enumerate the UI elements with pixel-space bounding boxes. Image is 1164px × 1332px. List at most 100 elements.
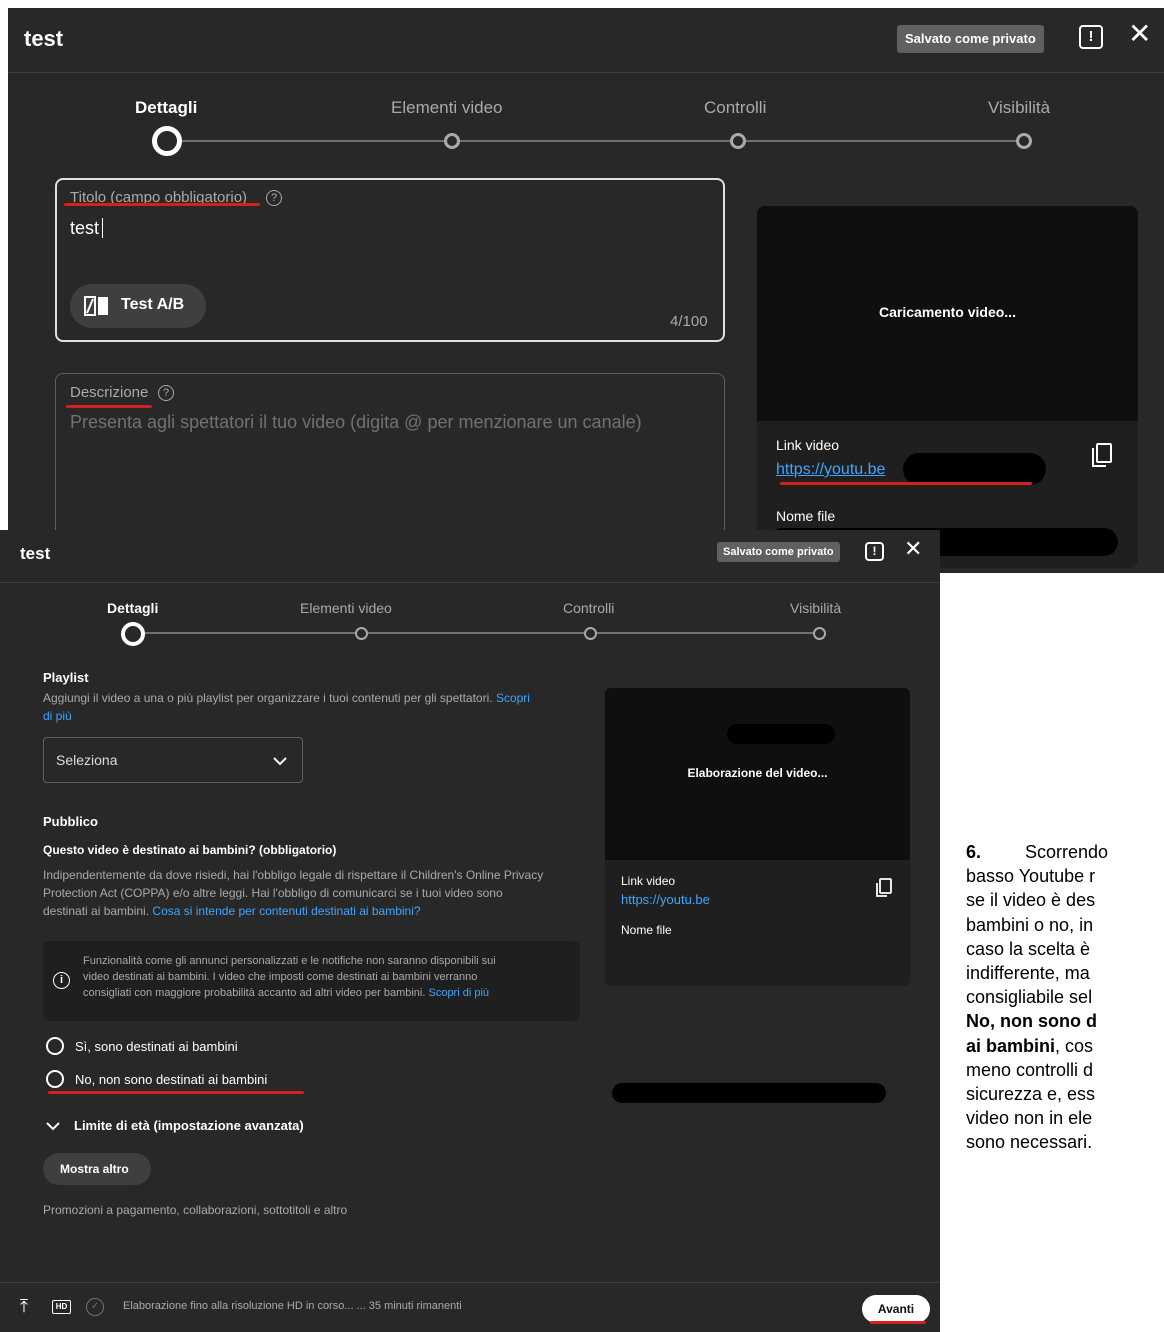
video-link-label: Link video (776, 437, 840, 453)
help-icon[interactable]: ? (158, 385, 174, 401)
file-name-label: Nome file (621, 923, 672, 937)
step-checks[interactable]: Controlli (563, 600, 614, 616)
step-video-elements[interactable]: Elementi video (300, 600, 392, 616)
stepper: Dettagli Elementi video Controlli Visibi… (0, 582, 940, 662)
hd-icon: HD (52, 1300, 71, 1314)
video-link[interactable]: https://youtu.be (776, 461, 885, 479)
audience-text-line: Protection Act (COPPA) e/o altre leggi. … (43, 886, 503, 900)
stepper-line (180, 140, 1025, 142)
stepper-line (140, 632, 820, 634)
feedback-icon[interactable]: ! (1079, 25, 1103, 49)
chevron-down-icon (273, 757, 287, 766)
instruction-line: 6. Scorrendo (966, 842, 1109, 862)
annotation-underline (780, 482, 1032, 485)
audience-heading: Pubblico (43, 814, 98, 829)
text-cursor (102, 218, 103, 238)
annotation-underline (48, 1091, 304, 1094)
step-details[interactable]: Dettagli (135, 98, 197, 118)
instruction-line: bambini o no, in (966, 914, 1094, 935)
show-more-button[interactable]: Mostra altro (43, 1153, 151, 1185)
instruction-line: consigliabile sel (966, 987, 1093, 1008)
dialog-title: test (24, 26, 64, 51)
step-visibility-dot[interactable] (1016, 133, 1032, 149)
help-icon[interactable]: ? (266, 190, 282, 206)
video-status: Caricamento video... (879, 304, 1016, 320)
learn-more-link[interactable]: Scopri di più (428, 987, 489, 999)
video-link[interactable]: https://youtu.be (621, 892, 710, 907)
upload-dialog-details: test Salvato come privato ! ✕ Dettagli E… (8, 8, 1164, 573)
processing-status: Elaborazione fino alla risoluzione HD in… (123, 1300, 462, 1312)
learn-more-link[interactable]: di più (43, 709, 72, 723)
chevron-down-icon[interactable] (46, 1121, 60, 1131)
radio-made-for-kids-no[interactable] (46, 1070, 64, 1088)
playlist-select-value: Seleziona (56, 752, 118, 768)
dialog-footer: ⤒ HD ✓ Elaborazione fino alla risoluzion… (0, 1282, 940, 1332)
info-note-text: Funzionalità come gli annunci personaliz… (83, 955, 496, 999)
learn-more-link[interactable]: Scopri (496, 691, 530, 705)
close-icon[interactable]: ✕ (904, 538, 922, 560)
feedback-icon[interactable]: ! (865, 542, 884, 561)
video-player: Elaborazione del video... (605, 688, 910, 860)
instruction-text: 6. Scorrendo basso Youtube r se il video … (966, 840, 1164, 1332)
annotation-underline (64, 203, 260, 206)
instruction-line: No, non sono d (966, 1011, 1097, 1032)
video-preview: Caricamento video... Link video https://… (757, 206, 1138, 568)
video-status: Elaborazione del video... (687, 766, 828, 780)
description-input[interactable]: Presenta agli spettatori il tuo video (d… (70, 412, 642, 433)
copy-icon[interactable] (875, 878, 893, 903)
upload-dialog-audience: test Salvato come privato ! ✕ Dettagli E… (0, 530, 940, 1332)
step-visibility[interactable]: Visibilità (988, 98, 1050, 118)
show-more-description: Promozioni a pagamento, collaborazioni, … (43, 1203, 348, 1217)
dialog-title: test (20, 544, 51, 563)
step-video-elements-dot[interactable] (444, 133, 460, 149)
step-details-dot[interactable] (121, 622, 145, 646)
show-more-label: Mostra altro (60, 1162, 129, 1176)
instruction-line: sicurezza e, ess (966, 1084, 1096, 1105)
step-checks[interactable]: Controlli (704, 98, 766, 118)
playlist-select[interactable]: Seleziona (43, 737, 303, 783)
step-visibility[interactable]: Visibilità (790, 600, 841, 616)
instruction-line: video non in ele (966, 1108, 1093, 1129)
redaction-mark (727, 724, 835, 744)
copy-icon[interactable] (1091, 442, 1113, 468)
ab-test-icon (84, 296, 108, 316)
annotation-underline (870, 1321, 926, 1324)
dialog-header: test Salvato come privato ! ✕ (8, 8, 1164, 73)
next-button[interactable]: Avanti (862, 1295, 930, 1323)
step-checks-dot[interactable] (730, 133, 746, 149)
title-input[interactable]: test (70, 218, 99, 239)
step-details[interactable]: Dettagli (107, 600, 158, 616)
audience-text-line: destinati ai bambini. Cosa si intende pe… (43, 904, 421, 918)
instruction-line: caso la scelta è (966, 938, 1091, 959)
playlist-text: Aggiungi il video a una o più playlist p… (43, 691, 493, 705)
ab-test-label: Test A/B (121, 296, 185, 313)
kids-content-link[interactable]: Cosa si intende per contenuti destinati … (152, 904, 420, 918)
audience-description: Indipendentemente da dove risiedi, hai l… (43, 866, 603, 920)
description-label: Descrizione (70, 384, 149, 401)
radio-made-for-kids-yes[interactable] (46, 1037, 64, 1055)
step-video-elements-dot[interactable] (355, 627, 368, 640)
video-link-label: Link video (621, 874, 676, 888)
instruction-line: indifferente, ma (966, 963, 1090, 984)
radio-label-no[interactable]: No, non sono destinati ai bambini (75, 1072, 267, 1087)
instruction-line: ai bambini, cos (966, 1035, 1094, 1056)
age-limit-toggle[interactable]: Limite di età (impostazione avanzata) (74, 1118, 304, 1133)
close-icon[interactable]: ✕ (1128, 20, 1151, 48)
step-video-elements[interactable]: Elementi video (391, 98, 503, 118)
title-char-counter: 4/100 (670, 313, 708, 330)
saved-status-badge: Salvato come privato (897, 25, 1044, 53)
radio-label-yes[interactable]: Sì, sono destinati ai bambini (75, 1039, 238, 1054)
step-visibility-dot[interactable] (813, 627, 826, 640)
annotation-underline (66, 405, 152, 408)
info-icon: i (53, 972, 70, 989)
ab-test-button[interactable]: Test A/B (70, 284, 206, 328)
step-details-dot[interactable] (152, 126, 182, 156)
instruction-line: se il video è des (966, 890, 1096, 911)
dialog-header: test Salvato come privato ! ✕ (0, 530, 940, 583)
step-number: 6. (966, 842, 982, 862)
file-name-label: Nome file (776, 508, 836, 524)
saved-status-badge: Salvato come privato (717, 542, 840, 562)
upload-icon: ⤒ (20, 1296, 28, 1316)
check-circle-icon: ✓ (86, 1298, 104, 1316)
step-checks-dot[interactable] (584, 627, 597, 640)
